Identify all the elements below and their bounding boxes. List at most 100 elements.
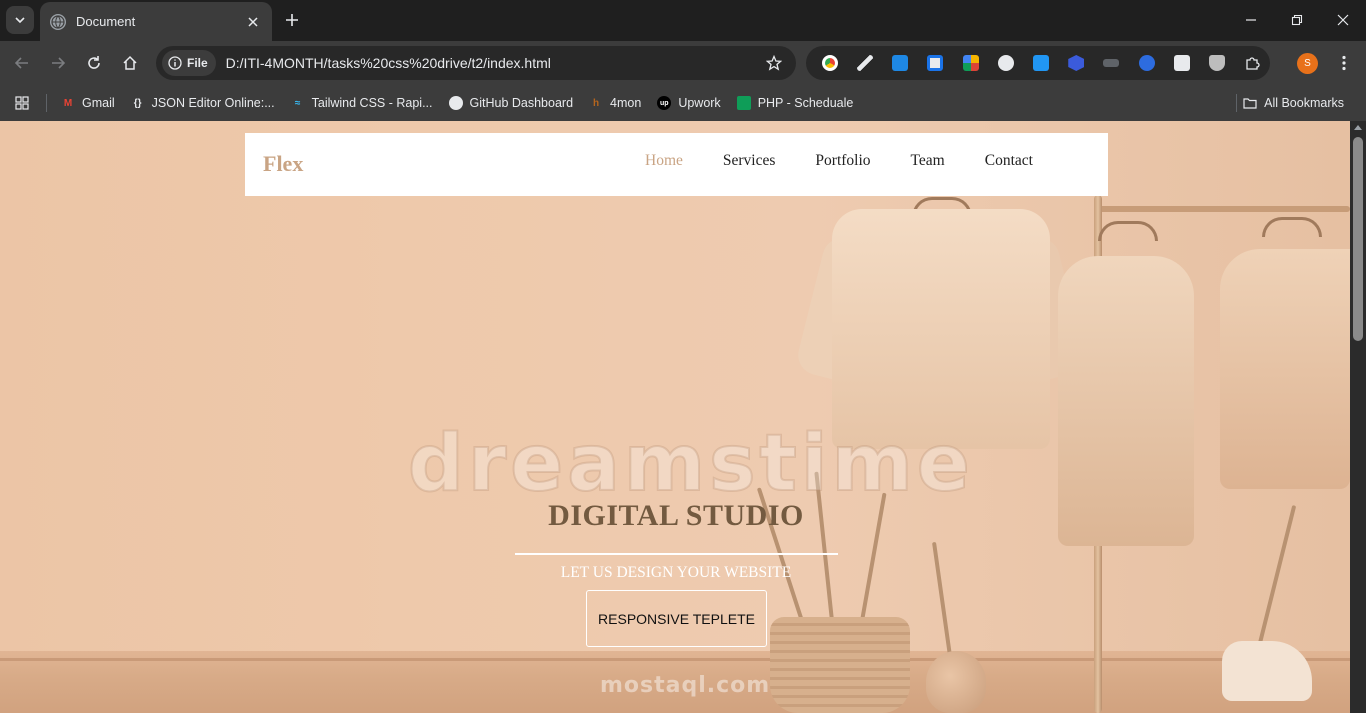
site-info-chip[interactable]: File [162, 50, 216, 76]
site-info-label: File [187, 56, 208, 70]
zm-ext-button[interactable] [1129, 49, 1164, 77]
browser-toolbar: File D:/ITI-4MONTH/tasks%20css%20drive/t… [0, 41, 1366, 85]
car-ext-button[interactable] [1094, 49, 1129, 77]
back-button[interactable] [8, 49, 36, 77]
extensions-bar [806, 46, 1270, 80]
scroll-up-arrow-icon[interactable] [1354, 125, 1362, 130]
window-controls [1228, 0, 1366, 40]
stock-watermark: dreamstime [407, 418, 974, 510]
shoe-image [1222, 641, 1312, 701]
nav-link-services[interactable]: Services [723, 152, 776, 170]
home-icon [123, 55, 137, 70]
nav-link-portfolio[interactable]: Portfolio [815, 152, 870, 170]
floor-molding [0, 658, 1350, 661]
bookmark-4mon-icon: h [592, 97, 600, 109]
star-icon [766, 55, 782, 71]
tab-search-button[interactable] [6, 6, 34, 34]
diamond-ext-button[interactable] [1164, 49, 1199, 77]
home-button[interactable] [116, 49, 144, 77]
hero-divider [515, 553, 838, 555]
arrow-right-icon [52, 57, 66, 69]
dried-grass-image [932, 541, 952, 657]
dots-ext-button[interactable] [988, 49, 1023, 77]
url-text[interactable]: D:/ITI-4MONTH/tasks%20css%20drive/t2/ind… [226, 55, 760, 71]
clothes-rack-bar [1098, 206, 1350, 212]
reload-button[interactable] [80, 49, 108, 77]
download-ext-button[interactable] [1023, 49, 1058, 77]
kebab-menu-icon [1342, 55, 1346, 71]
browser-menu-button[interactable] [1332, 49, 1356, 77]
profile-avatar[interactable]: S [1297, 53, 1318, 74]
close-tab-icon[interactable] [244, 13, 262, 31]
bookmark-github[interactable]: GitHub Dashboard [441, 89, 582, 117]
all-bookmarks-button[interactable]: All Bookmarks [1235, 89, 1352, 117]
minimize-button[interactable] [1228, 0, 1274, 40]
page-scrollbar[interactable] [1350, 121, 1366, 713]
hero-cta-button[interactable]: RESPONSIVE TEPLETE [586, 590, 767, 647]
shield-ext-button[interactable] [1200, 49, 1235, 77]
arrow-left-icon [14, 57, 28, 69]
apps-button[interactable] [0, 85, 44, 121]
bookmark-gmail[interactable]: M Gmail [53, 89, 123, 117]
color-picker-icon [856, 55, 873, 71]
bookmark-php-schedule[interactable]: PHP - Scheduale [729, 89, 862, 117]
bookmarks-bar: M Gmail {} JSON Editor Online:... ≈ Tailwin… [0, 85, 1366, 121]
chevron-down-icon [15, 17, 25, 24]
forward-button[interactable] [44, 49, 72, 77]
tab-document[interactable]: Document [40, 2, 272, 41]
apps-grid-icon [15, 96, 29, 110]
bookmark-label: JSON Editor Online:... [151, 96, 275, 110]
page-viewport: dreamstime mostaql.com Flex Home Service… [0, 121, 1350, 713]
zm-ext-icon [1138, 55, 1155, 71]
hex-ext-icon [1068, 55, 1085, 71]
scrollbar-thumb[interactable] [1353, 137, 1363, 341]
bookmark-label: PHP - Scheduale [757, 96, 854, 110]
reload-icon [88, 56, 100, 69]
bookmark-upwork[interactable]: up Upwork [649, 89, 728, 117]
sheets-icon [736, 96, 751, 110]
bookmark-star-button[interactable] [760, 49, 788, 77]
extensions-button[interactable] [1235, 49, 1270, 77]
hanger-icon [1098, 221, 1158, 241]
bookmark-label: Tailwind CSS - Rapi... [311, 96, 433, 110]
grid-ext-button[interactable] [953, 49, 988, 77]
tab-title: Document [76, 14, 136, 29]
search-ext-button[interactable] [918, 49, 953, 77]
hero-subtitle: LET US DESIGN YOUR WEBSITE [560, 564, 792, 581]
bookmarks-divider [46, 94, 47, 112]
chrome-ext-icon [821, 55, 838, 71]
chrome-ext-button[interactable] [812, 49, 847, 77]
new-tab-button[interactable] [280, 8, 304, 32]
color-picker-button[interactable] [847, 49, 882, 77]
sweater-image [832, 209, 1050, 449]
nav-link-contact[interactable]: Contact [985, 152, 1033, 170]
minimize-icon [1246, 19, 1256, 21]
vase-image [926, 651, 986, 713]
bookmark-4mon[interactable]: h 4mon [581, 89, 649, 117]
site-navbar: Flex Home Services Portfolio Team Contac… [245, 133, 1108, 196]
all-bookmarks-label: All Bookmarks [1264, 96, 1344, 110]
download-ext-icon [1033, 55, 1050, 71]
hero-title: DIGITAL STUDIO [548, 499, 804, 532]
nav-link-home[interactable]: Home [645, 152, 683, 170]
close-window-button[interactable] [1320, 0, 1366, 40]
nav-link-team[interactable]: Team [911, 152, 945, 170]
tab-strip: Document [0, 0, 1366, 41]
bookmark-tailwind[interactable]: ≈ Tailwind CSS - Rapi... [283, 89, 441, 117]
restore-button[interactable] [1274, 0, 1320, 40]
site-watermark: mostaql.com [600, 673, 771, 698]
hex-ext-button[interactable] [1059, 49, 1094, 77]
bookmark-json-editor[interactable]: {} JSON Editor Online:... [123, 89, 283, 117]
dots-ext-icon [997, 55, 1014, 71]
search-ext-icon [927, 55, 944, 71]
fi-ext-button[interactable] [882, 49, 917, 77]
address-bar[interactable]: File D:/ITI-4MONTH/tasks%20css%20drive/t… [156, 46, 796, 80]
github-icon [448, 96, 463, 110]
braces-icon: {} [133, 97, 142, 109]
puzzle-icon [1246, 57, 1261, 70]
shield-ext-icon [1209, 55, 1226, 71]
hanger-icon [1262, 217, 1322, 237]
tailwind-icon: ≈ [294, 97, 301, 109]
car-ext-icon [1103, 59, 1120, 67]
site-logo[interactable]: Flex [263, 151, 303, 177]
